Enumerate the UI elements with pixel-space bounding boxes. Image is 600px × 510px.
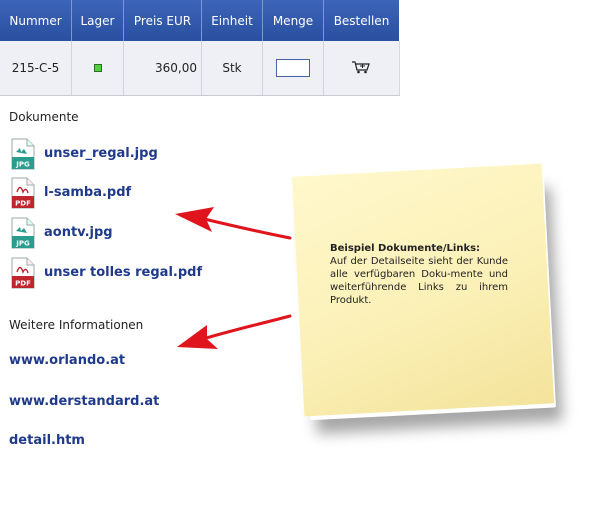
annotation-arrows — [175, 207, 292, 349]
arrow-to-links — [177, 314, 292, 349]
arrow-to-documents — [175, 207, 292, 240]
